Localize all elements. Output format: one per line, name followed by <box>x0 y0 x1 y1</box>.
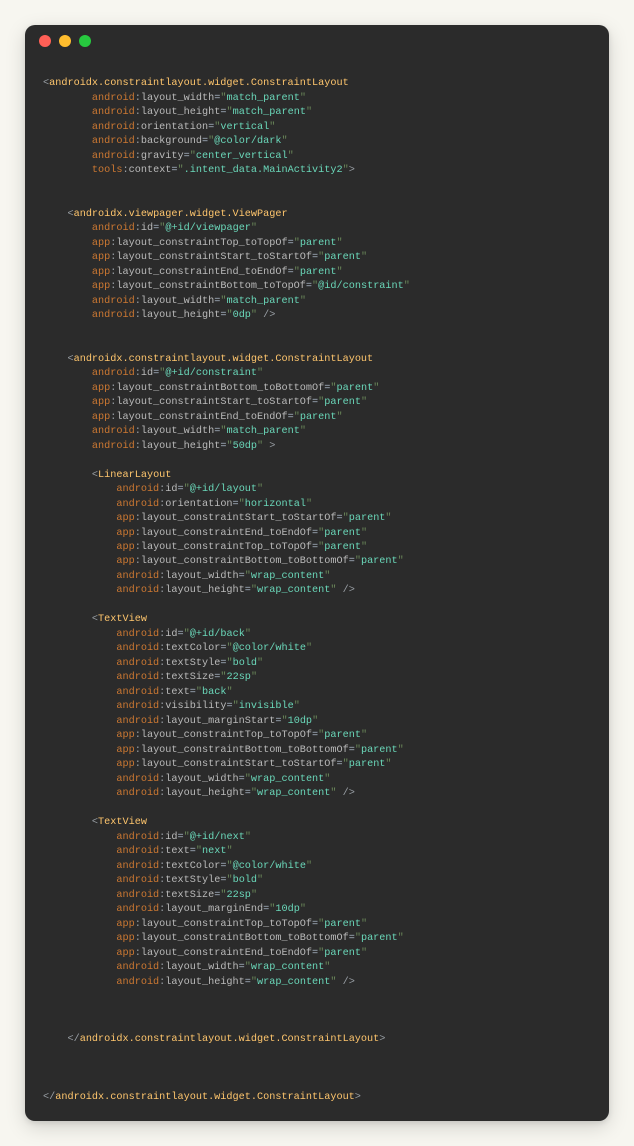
minimize-icon[interactable] <box>59 35 71 47</box>
maximize-icon[interactable] <box>79 35 91 47</box>
window-titlebar <box>25 25 609 57</box>
code-content: <androidx.constraintlayout.widget.Constr… <box>25 57 609 1121</box>
close-icon[interactable] <box>39 35 51 47</box>
code-window: <androidx.constraintlayout.widget.Constr… <box>25 25 609 1121</box>
